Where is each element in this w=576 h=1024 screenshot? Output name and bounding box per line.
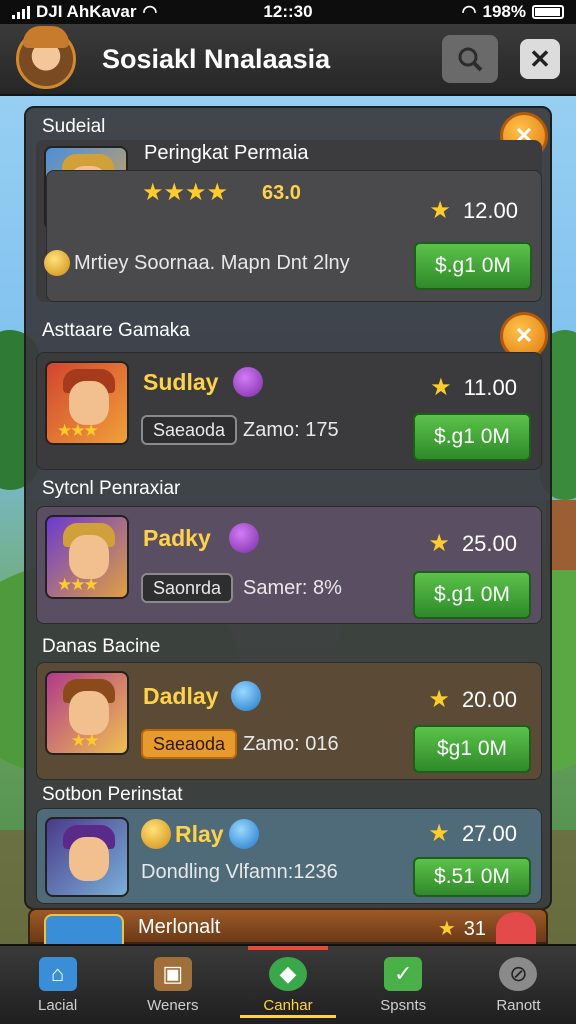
wifi-icon: ◠: [142, 2, 158, 21]
gem-icon: [233, 367, 263, 397]
hero-thumbnail: ★★★: [45, 515, 129, 599]
battery-icon: [532, 5, 564, 19]
coin-icon: [141, 819, 171, 849]
list-item[interactable]: Rlay Dondling Vlfamn:1236 ★ 27.00 $.51 0M: [36, 808, 542, 904]
nav-item-weners[interactable]: ▣ Weners: [115, 946, 230, 1024]
hero-thumbnail: [45, 817, 129, 897]
avatar[interactable]: [16, 26, 76, 89]
rating: ★ 25.00: [428, 530, 517, 557]
status-time: 12::30: [263, 2, 313, 21]
star-icon: ★: [428, 530, 450, 557]
section-title: Sudeial: [42, 116, 106, 137]
card-title: Padky: [143, 525, 211, 551]
bottom-nav: ⌂ Lacial ▣ Weners ◆ Canhar ✓ Spsnts ⊘ Ra…: [0, 944, 576, 1024]
card-title: Rlay: [175, 821, 224, 847]
gem-icon: [229, 523, 259, 553]
nav-item-spsnts[interactable]: ✓ Spsnts: [346, 946, 461, 1024]
card-title: Merlonalt: [138, 916, 221, 938]
rating: ★ 12.00: [429, 197, 518, 224]
star-icon: ★: [430, 374, 452, 401]
card-title: Peringkat Permaia: [144, 142, 309, 164]
search-button[interactable]: [442, 35, 498, 83]
card-title: Sudlay: [143, 369, 219, 395]
nav-item-lacial[interactable]: ⌂ Lacial: [0, 946, 115, 1024]
rating: ★ 20.00: [428, 686, 517, 713]
rating: ★ 11.00: [430, 374, 517, 401]
list-item[interactable]: ★★★ Sudlay Saeaoda Zamo: 175 ★ 11.00 $.g1…: [36, 352, 542, 470]
category-tag: Saonrda: [141, 573, 234, 603]
list-item[interactable]: Peringkat Permaia ★★★★ 63.0 ★ 12.00 Mrtie…: [36, 140, 542, 302]
star-icon: ★: [428, 820, 450, 847]
section-title: Danas Bacine: [42, 636, 161, 657]
close-button[interactable]: ✕: [520, 39, 560, 79]
thumb-stars: ★★★: [57, 421, 99, 440]
nav-label: Ranott: [496, 996, 541, 1014]
nav-item-ranott[interactable]: ⊘ Ranott: [461, 946, 576, 1024]
list-item[interactable]: ★★ Dadlay Saeaoda Zamo: 016 ★ 20.00 $g1 0…: [36, 662, 542, 780]
category-tag: Saeaoda: [141, 729, 238, 759]
list-item[interactable]: ★★★ Padky Saonrda Samer: 8% ★ 25.00 $.g1 …: [36, 506, 542, 624]
nav-item-canhar[interactable]: ◆ Canhar: [230, 946, 345, 1024]
star-icon: ★: [428, 686, 450, 713]
section-title: Sytcnl Penraxiar: [42, 478, 181, 499]
thumb-stars: ★★: [71, 731, 100, 750]
home-icon: ⌂: [38, 956, 77, 991]
gem-icon: [229, 819, 259, 849]
thumb-stars: ★★★: [57, 575, 99, 594]
buy-button[interactable]: $.g1 0M: [414, 242, 532, 290]
carrier-label: DJI AhKavar: [36, 2, 137, 21]
card-title: Dadlay: [143, 683, 219, 709]
hero-thumbnail: ★★★: [45, 361, 129, 445]
rating: ★ 27.00: [428, 820, 517, 847]
close-icon: ✕: [529, 43, 551, 74]
shop-icon: ▣: [153, 956, 192, 991]
hero-thumbnail: [44, 914, 124, 946]
nav-label: Lacial: [38, 996, 78, 1014]
battery-percent: 198%: [482, 2, 526, 21]
status-bar: DJI AhKavar ◠ 12::30 ◠ 198%: [0, 0, 576, 24]
coin-icon: [44, 250, 70, 276]
badge-icon: [496, 912, 536, 946]
star-icon: ★: [437, 918, 456, 940]
buy-button[interactable]: $g1 0M: [413, 725, 531, 773]
app-header: Sosiakl Nnalaasia ✕: [0, 24, 576, 96]
section-title: Asttaare Gamaka: [42, 320, 190, 341]
gem-icon: [231, 681, 261, 711]
close-icon: ✕: [514, 323, 534, 348]
card-score: 63.0: [262, 182, 301, 204]
hero-thumbnail: ★★: [45, 671, 129, 755]
nav-label: Canhar: [263, 996, 313, 1014]
list-item[interactable]: Merlonalt ★ 31: [28, 908, 548, 946]
check-icon: ✓: [384, 956, 423, 991]
card-description: Mrtiey Soornaa. Mapn Dnt 2lny: [74, 252, 350, 274]
compass-icon: ⊘: [499, 956, 538, 991]
star-icon: ★: [429, 197, 451, 224]
category-tag: Saeaoda: [141, 415, 238, 445]
card-meta: Zamo: 016: [243, 733, 339, 755]
star-rating-icon: ★★★★: [142, 179, 229, 206]
card-meta: Dondling Vlfamn:1236: [141, 861, 338, 883]
nav-label: Spsnts: [380, 996, 427, 1014]
gem-icon: ◆: [269, 956, 307, 991]
signal-icon: [12, 5, 30, 19]
page-title: Sosiakl Nnalaasia: [102, 43, 331, 74]
buy-button[interactable]: $.g1 0M: [413, 413, 531, 461]
card-meta: Zamo: 175: [243, 419, 339, 441]
card-meta: Samer: 8%: [243, 577, 342, 599]
buy-button[interactable]: $.51 0M: [413, 857, 531, 897]
rating: ★ 31: [437, 918, 486, 940]
buy-button[interactable]: $.g1 0M: [413, 571, 531, 619]
nav-label: Weners: [147, 996, 199, 1014]
wifi-icon: ◠: [461, 2, 477, 21]
section-title: Sotbon Perinstat: [42, 784, 183, 805]
search-icon: [458, 47, 483, 72]
offer-list-panel: Sudeial ✕ Peringkat Permaia ★★★★ 63.0 ★ 1…: [24, 106, 552, 910]
